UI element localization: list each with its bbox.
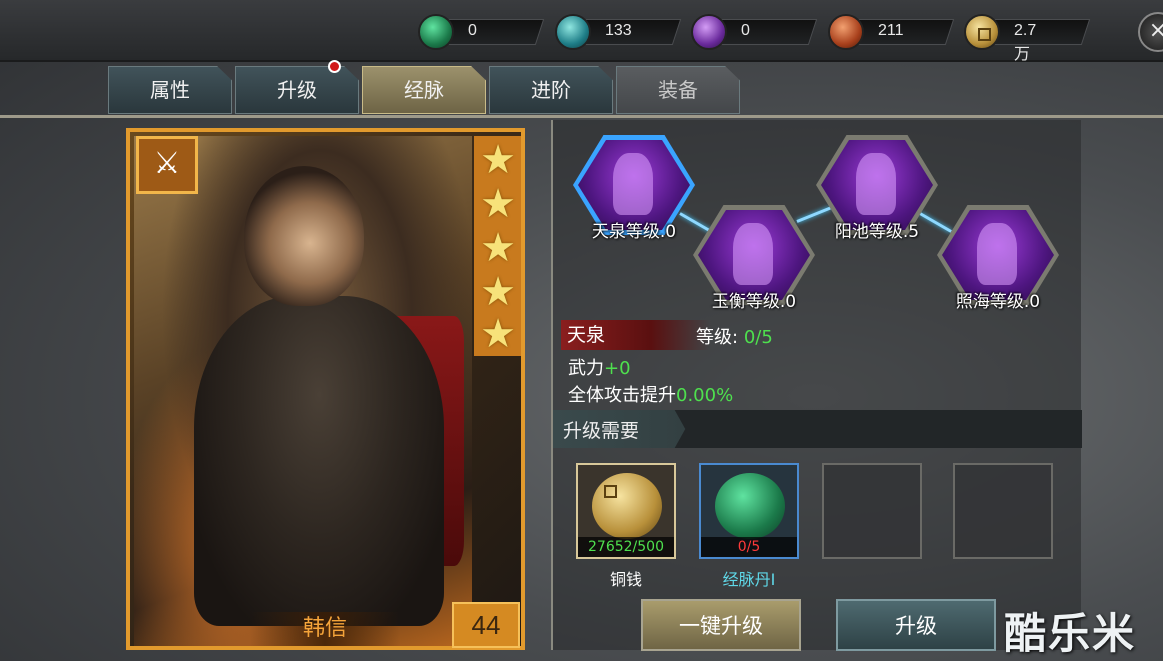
tab-attributes[interactable]: 属性 bbox=[108, 66, 232, 114]
hero-portrait bbox=[134, 136, 472, 646]
item-label: 经脉丹I bbox=[722, 570, 776, 589]
meditation-figure-icon bbox=[977, 223, 1017, 285]
item-slot-copper-coin[interactable]: 27652/500 bbox=[576, 463, 676, 559]
watermark-logo: 酷乐米 bbox=[1004, 609, 1137, 658]
meridian-node-yangchi[interactable]: 阳池等级.5 bbox=[816, 135, 938, 242]
meditation-figure-icon bbox=[733, 223, 773, 285]
close-icon: × bbox=[1148, 18, 1163, 43]
star-icon: ★ bbox=[480, 225, 516, 271]
top-resource-bar: 0 133 0 211 2.7万 × bbox=[0, 0, 1163, 63]
tab-advance[interactable]: 进阶 bbox=[489, 66, 613, 114]
stat-force: 武力+0 bbox=[568, 358, 631, 379]
meridian-node-yuheng[interactable]: 玉衡等级.0 bbox=[693, 205, 815, 312]
coin-icon bbox=[964, 14, 1000, 50]
meridian-node-zhaohai[interactable]: 照海等级.0 bbox=[937, 205, 1059, 312]
item-slot-empty[interactable] bbox=[822, 463, 922, 559]
requirements-title: 升级需要 bbox=[563, 420, 640, 442]
star-icon: ★ bbox=[480, 181, 516, 227]
star-icon: ★ bbox=[480, 269, 516, 315]
one-click-upgrade-button[interactable]: 一键升级 bbox=[641, 599, 801, 651]
hero-level: 44 bbox=[452, 602, 520, 648]
meat-icon bbox=[828, 14, 864, 50]
tab-upgrade[interactable]: 升级 bbox=[235, 66, 359, 114]
item-count: 27652/500 bbox=[588, 539, 664, 555]
crossed-swords-icon: ⚔ bbox=[136, 136, 198, 194]
tabs-divider bbox=[0, 115, 1163, 118]
jade-green-icon bbox=[418, 14, 454, 50]
star-icon: ★ bbox=[480, 311, 516, 357]
item-slot-empty[interactable] bbox=[953, 463, 1053, 559]
copper-coin-icon bbox=[592, 473, 662, 539]
tab-equipment[interactable]: 装备 bbox=[616, 66, 740, 114]
item-count: 0/5 bbox=[737, 539, 761, 555]
notification-dot bbox=[328, 60, 341, 73]
meditation-figure-icon bbox=[856, 153, 896, 215]
star-icon: ★ bbox=[480, 137, 516, 183]
item-slot-meridian-pill[interactable]: 0/5 bbox=[699, 463, 799, 559]
acupoint-level: 等级: 0/5 bbox=[696, 327, 773, 348]
meridian-node-tianquan[interactable]: 天泉等级.0 bbox=[573, 135, 695, 242]
acupoint-name: 天泉 bbox=[561, 320, 711, 350]
item-label: 铜钱 bbox=[609, 570, 642, 589]
jade-teal-icon bbox=[555, 14, 591, 50]
hero-name: 韩信 bbox=[250, 612, 400, 646]
meridian-pill-icon bbox=[715, 473, 785, 539]
jade-purple-icon bbox=[691, 14, 727, 50]
close-button[interactable]: × bbox=[1138, 12, 1163, 52]
upgrade-button[interactable]: 升级 bbox=[836, 599, 996, 651]
stat-attack-bonus: 全体攻击提升0.00% bbox=[568, 385, 734, 406]
meditation-figure-icon bbox=[613, 153, 653, 215]
star-rating: ★ ★ ★ ★ ★ bbox=[474, 136, 521, 356]
hero-card[interactable]: ⚔ ★ ★ ★ ★ ★ 韩信 44 bbox=[126, 128, 525, 650]
tab-meridian[interactable]: 经脉 bbox=[362, 66, 486, 114]
